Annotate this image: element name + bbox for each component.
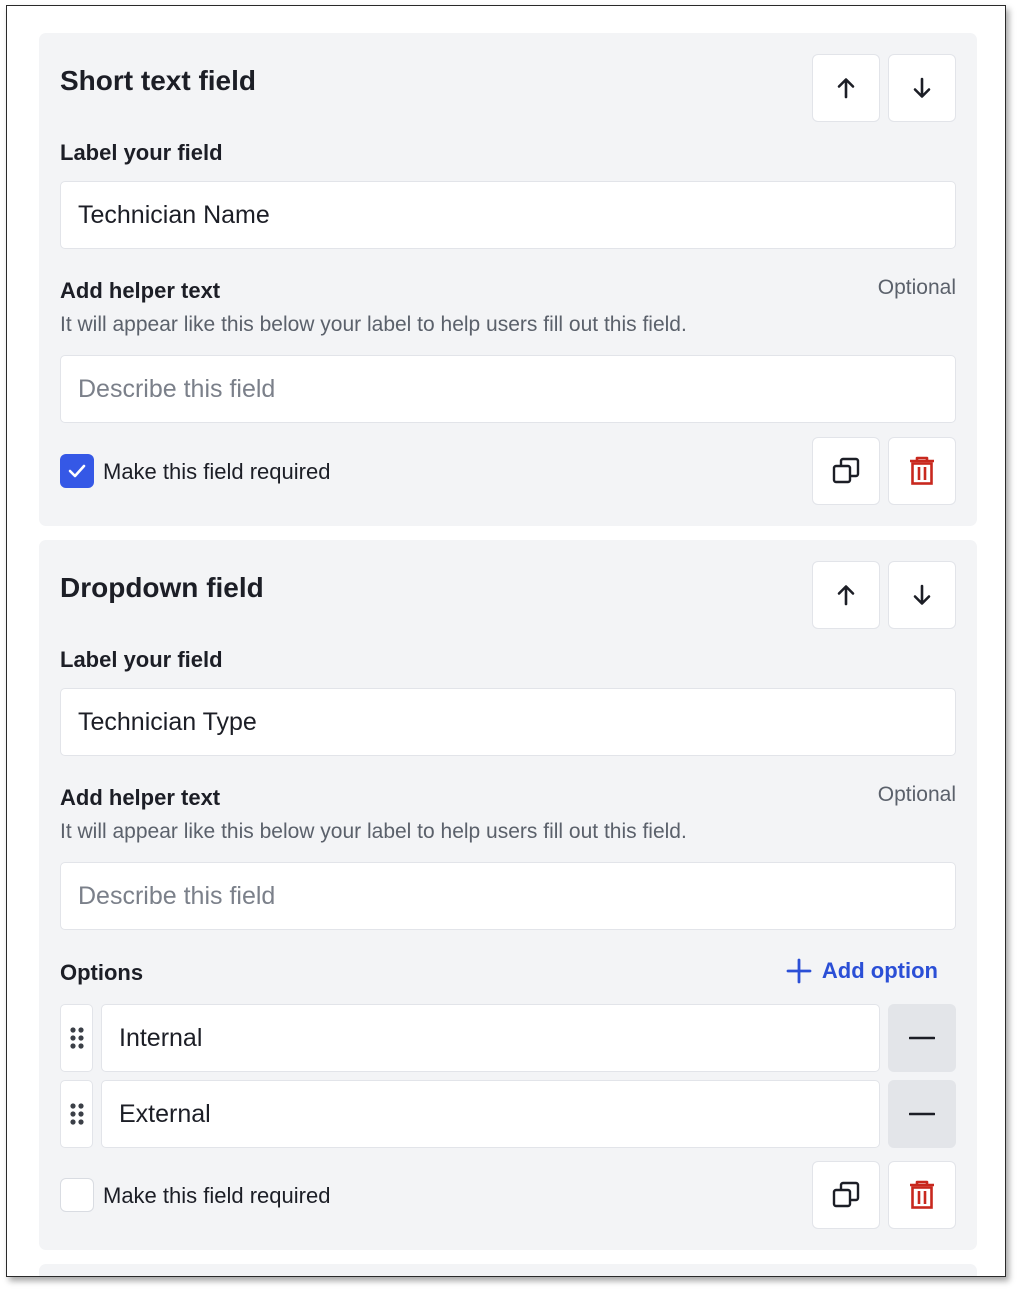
optional-tag: Optional [877, 276, 956, 299]
helper-heading: Add helper text [60, 785, 221, 810]
remove-option-button[interactable] [888, 1080, 956, 1148]
short-text-field-card: Short text field Label your field Techni… [39, 33, 977, 526]
next-field-card [39, 1264, 977, 1276]
duplicate-button[interactable] [812, 437, 880, 505]
add-option-button[interactable]: Add option [786, 958, 938, 984]
helper-text-placeholder: Describe this field [78, 881, 276, 910]
label-input[interactable]: Technician Type [60, 688, 956, 756]
helper-description: It will appear like this below your labe… [60, 820, 687, 843]
optional-tag: Optional [877, 783, 956, 806]
move-up-button[interactable] [812, 561, 880, 629]
delete-button[interactable] [888, 437, 956, 505]
copy-icon [832, 457, 860, 484]
required-checkbox[interactable] [60, 1178, 94, 1212]
arrow-up-icon [837, 585, 855, 606]
trash-icon [910, 456, 934, 485]
options-heading: Options [60, 960, 144, 985]
card-title: Short text field [60, 65, 257, 96]
drag-handle-icon [69, 1103, 84, 1125]
move-up-button[interactable] [812, 54, 880, 122]
arrow-down-icon [913, 584, 931, 605]
label-heading: Label your field [60, 647, 223, 672]
copy-icon [832, 1181, 860, 1208]
label-input-value: Technician Name [78, 200, 270, 229]
card-title: Dropdown field [60, 572, 264, 603]
option-input[interactable]: Internal [101, 1004, 880, 1072]
required-checkbox[interactable] [60, 454, 94, 488]
label-input-value: Technician Type [78, 707, 257, 736]
duplicate-button[interactable] [812, 1161, 880, 1229]
move-down-button[interactable] [888, 54, 956, 122]
drag-handle[interactable] [60, 1080, 93, 1148]
helper-heading: Add helper text [60, 278, 221, 303]
label-heading: Label your field [60, 140, 223, 165]
minus-icon [909, 1112, 935, 1116]
arrow-down-icon [913, 77, 931, 98]
option-input[interactable]: External [101, 1080, 880, 1148]
option-value: External [119, 1099, 211, 1128]
helper-text-placeholder: Describe this field [78, 374, 276, 403]
drag-handle[interactable] [60, 1004, 93, 1072]
helper-text-input[interactable]: Describe this field [60, 355, 956, 423]
helper-text-input[interactable]: Describe this field [60, 862, 956, 930]
drag-handle-icon [69, 1027, 84, 1049]
delete-button[interactable] [888, 1161, 956, 1229]
helper-description: It will appear like this below your labe… [60, 313, 687, 336]
label-input[interactable]: Technician Name [60, 181, 956, 249]
add-option-label: Add option [821, 958, 938, 983]
check-icon [68, 464, 86, 478]
remove-option-button[interactable] [888, 1004, 956, 1072]
plus-icon [786, 958, 812, 984]
required-label[interactable]: Make this field required [103, 459, 330, 485]
arrow-up-icon [837, 78, 855, 99]
required-label[interactable]: Make this field required [103, 1183, 330, 1209]
dropdown-field-card: Dropdown field Label your field Technici… [39, 540, 977, 1250]
form-builder-frame: Short text field Label your field Techni… [6, 5, 1006, 1277]
move-down-button[interactable] [888, 561, 956, 629]
trash-icon [910, 1180, 934, 1209]
minus-icon [909, 1036, 935, 1040]
option-value: Internal [119, 1023, 203, 1052]
